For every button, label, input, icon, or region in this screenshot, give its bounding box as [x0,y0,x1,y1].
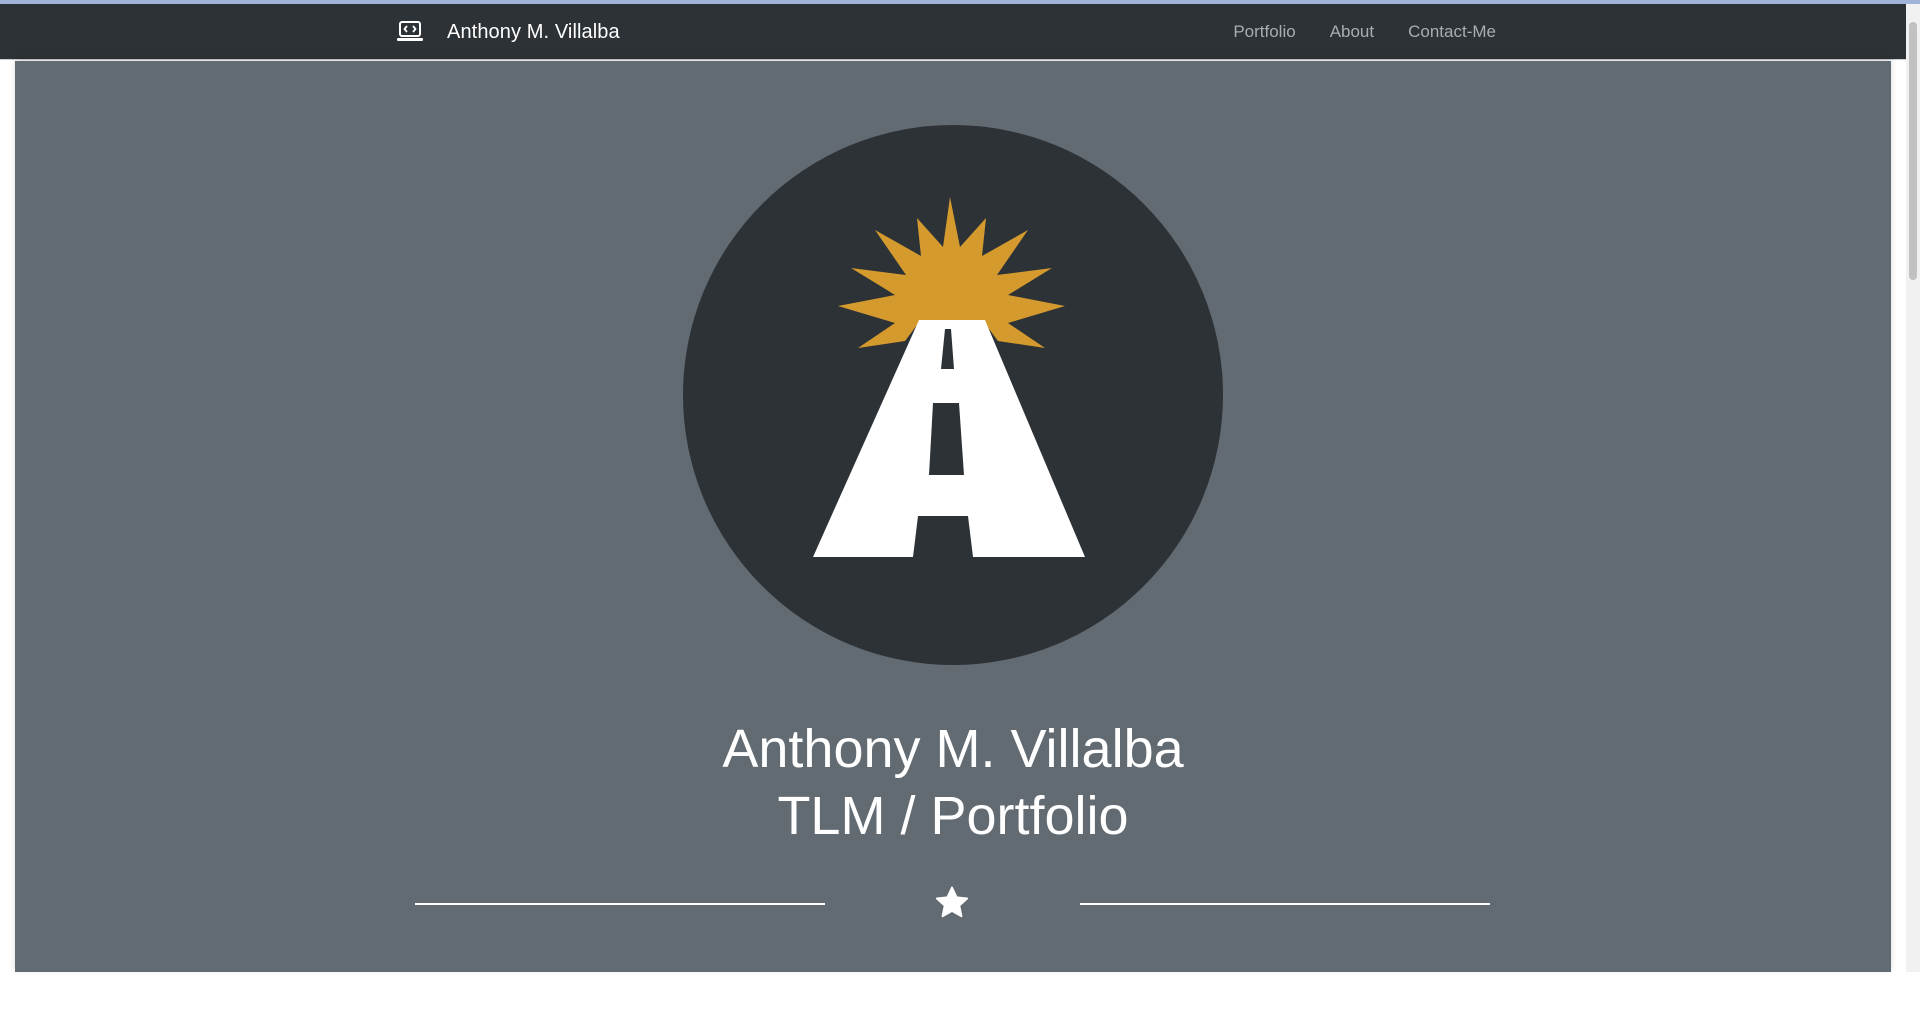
divider-custom [15,883,1891,923]
page-scrollbar[interactable] [1906,4,1920,972]
nav-link-portfolio[interactable]: Portfolio [1233,22,1295,42]
brand-name: Anthony M. Villalba [447,20,620,43]
nav-links: Portfolio About Contact-Me [1233,4,1496,60]
scrollbar-thumb[interactable] [1909,22,1917,280]
nav-link-about[interactable]: About [1330,22,1374,42]
divider-line-right [1080,903,1490,905]
masthead-title: Anthony M. Villalba TLM / Portfolio [15,716,1891,850]
title-line-portfolio: TLM / Portfolio [777,786,1129,846]
navbar: Anthony M. Villalba Portfolio About Cont… [0,4,1906,60]
nav-link-contact[interactable]: Contact-Me [1408,22,1496,42]
title-line-name: Anthony M. Villalba [722,719,1184,779]
road-a-sunburst-logo [683,125,1223,665]
laptop-code-icon [396,20,424,44]
star-icon [933,884,971,922]
masthead-subtitle: Web Developer - Software Engineer - Fron… [710,1013,1196,1035]
divider-line-left [415,903,825,905]
masthead: Anthony M. Villalba TLM / Portfolio Web … [15,61,1891,1035]
navbar-brand[interactable]: Anthony M. Villalba [396,4,620,60]
